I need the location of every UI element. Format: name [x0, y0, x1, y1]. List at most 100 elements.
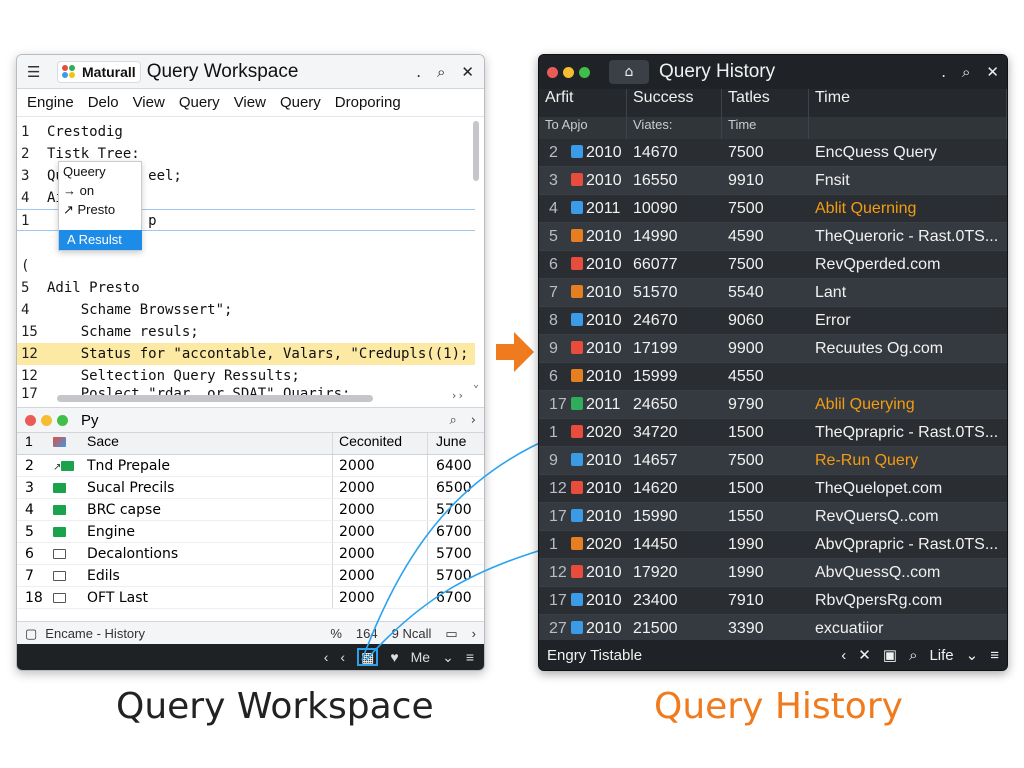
table-row[interactable]: 6 2010 66077 7500 RevQperded.com: [539, 251, 1007, 279]
time-cell: Fnsit: [815, 172, 850, 189]
row-id-cell: 17 2011: [549, 396, 621, 413]
close-icon[interactable]: ✕: [858, 646, 871, 664]
chevron-left-icon[interactable]: ‹: [841, 647, 846, 664]
success-cell: 23400: [633, 592, 678, 609]
row-id-cell: 1 2020: [549, 424, 622, 441]
close-dot-icon[interactable]: [547, 66, 558, 78]
row-id-cell: 8 2010: [549, 312, 622, 329]
tables-cell: 9910: [728, 172, 764, 189]
table-row[interactable]: 1 2020 14450 1990 AbvQprapric - Rast.0TS...: [539, 531, 1007, 559]
query-type-icon: [571, 257, 583, 270]
row-id-cell: 1 2020: [549, 536, 622, 553]
query-type-icon: [571, 481, 583, 494]
tables-cell: 3390: [728, 620, 764, 637]
tables-cell: 1500: [728, 424, 764, 441]
subheader-cell: [809, 117, 1007, 139]
row-id-cell: 17 2010: [549, 508, 622, 525]
time-cell: AbvQprapric - Rast.0TS...: [815, 536, 999, 553]
table-row[interactable]: 9 2010 17199 9900 Recuutes Og.com: [539, 335, 1007, 363]
table-row[interactable]: 3 2010 16550 9910 Fnsit: [539, 167, 1007, 195]
query-type-icon: [571, 425, 583, 438]
row-id-cell: 5 2010: [549, 228, 622, 245]
time-cell: TheQuelopet.com: [815, 480, 943, 497]
success-cell: 14450: [633, 536, 678, 553]
table-row[interactable]: 9 2010 14657 7500 Re-Run Query: [539, 447, 1007, 475]
row-id-cell: 9 2010: [549, 340, 622, 357]
row-id-cell: 6 2010: [549, 368, 622, 385]
time-cell[interactable]: Ablil Querying: [809, 391, 1007, 418]
window-title: Query History: [659, 61, 776, 82]
query-type-icon: [571, 313, 583, 326]
time-cell[interactable]: Re-Run Query: [809, 447, 1007, 474]
success-cell: 17920: [633, 564, 678, 581]
table-row[interactable]: 12 2010 17920 1990 AbvQuessQ..com: [539, 559, 1007, 587]
table-row[interactable]: 8 2010 24670 9060 Error: [539, 307, 1007, 335]
query-type-icon: [571, 229, 583, 242]
screenshot-stage: ☰ Maturall Query Workspace . ⌕ ✕ Engine …: [0, 0, 1024, 768]
row-id-cell: 27 2010: [549, 620, 622, 637]
success-cell: 14657: [633, 452, 678, 469]
column-header-tatles[interactable]: Tatles: [722, 89, 809, 117]
success-cell: 21500: [633, 620, 678, 637]
table-row[interactable]: 17 2010 15990 1550 RevQuersQ..com: [539, 503, 1007, 531]
user-label[interactable]: Life: [929, 647, 953, 664]
success-cell: 24650: [633, 396, 678, 413]
table-row[interactable]: 17 2010 23400 7910 RbvQpersRg.com: [539, 587, 1007, 615]
table-row[interactable]: 7 2010 51570 5540 Lant: [539, 279, 1007, 307]
success-cell: 15999: [633, 368, 678, 385]
table-row[interactable]: 1 2020 34720 1500 TheQprapric - Rast.0TS...: [539, 419, 1007, 447]
row-id-cell: 3 2010: [549, 172, 622, 189]
column-header-success[interactable]: Success: [627, 89, 722, 117]
minimize-dot-icon[interactable]: [563, 66, 574, 78]
table-icon[interactable]: ▣: [883, 646, 897, 664]
time-cell: RbvQpersRg.com: [815, 592, 943, 609]
caption-query-history: Query History: [654, 686, 903, 727]
query-type-icon: [571, 397, 583, 410]
close-icon[interactable]: ✕: [986, 63, 999, 81]
search-icon[interactable]: ⌕: [962, 63, 970, 81]
success-cell: 17199: [633, 340, 678, 357]
table-row[interactable]: 12 2010 14620 1500 TheQuelopet.com: [539, 475, 1007, 503]
table-row[interactable]: 5 2010 14990 4590 TheQueroric - Rast.0TS...: [539, 223, 1007, 251]
time-cell: TheQprapric - Rast.0TS...: [815, 424, 999, 441]
tables-cell: 4550: [728, 368, 764, 385]
time-cell: TheQueroric - Rast.0TS...: [815, 228, 999, 245]
tables-cell: 7500: [728, 452, 764, 469]
caption-query-workspace: Query Workspace: [116, 686, 434, 727]
time-cell: RevQperded.com: [815, 256, 941, 273]
search-icon[interactable]: ⌕: [909, 647, 917, 664]
subheader-cell: Viates:: [627, 117, 722, 139]
row-id-cell: 17 2010: [549, 592, 622, 609]
success-cell: 14990: [633, 228, 678, 245]
maximize-dot-icon[interactable]: [579, 66, 590, 78]
table-row[interactable]: 17 2011 24650 9790 Ablil Querying: [539, 391, 1007, 419]
time-cell: Recuutes Og.com: [815, 340, 944, 357]
success-cell: 66077: [633, 256, 678, 273]
table-row[interactable]: 6 2010 15999 4550: [539, 363, 1007, 391]
time-cell: excuatiior: [815, 620, 884, 637]
query-type-icon: [571, 369, 583, 382]
tables-cell: 1550: [728, 508, 764, 525]
table-row[interactable]: 27 2010 21500 3390 excuatiior: [539, 615, 1007, 643]
table-row[interactable]: 2 2010 14670 7500 EncQuess Query: [539, 139, 1007, 167]
column-header-arfit[interactable]: Arfit: [539, 89, 627, 117]
query-type-icon: [571, 621, 583, 634]
tables-cell: 1990: [728, 564, 764, 581]
more-icon[interactable]: .: [941, 63, 946, 81]
tables-cell: 7910: [728, 592, 764, 609]
query-history-window: ⌂ Query History . ⌕ ✕ Arfit Success Tatl…: [538, 54, 1008, 671]
query-type-icon: [571, 201, 583, 214]
tables-cell: 9060: [728, 312, 764, 329]
chevron-down-icon[interactable]: ⌄: [966, 646, 979, 664]
tables-cell: 1500: [728, 480, 764, 497]
menu-icon[interactable]: ≡: [990, 647, 999, 664]
time-cell: Error: [815, 312, 851, 329]
home-icon[interactable]: ⌂: [609, 60, 649, 84]
success-cell: 14670: [633, 144, 678, 161]
tables-cell: 9790: [728, 396, 764, 413]
column-header-time[interactable]: Time: [809, 89, 1007, 117]
time-cell[interactable]: Ablit Querning: [809, 195, 1007, 222]
tables-cell: 7500: [728, 256, 764, 273]
table-row[interactable]: 4 2011 10090 7500 Ablit Querning: [539, 195, 1007, 223]
query-type-icon: [571, 173, 583, 186]
